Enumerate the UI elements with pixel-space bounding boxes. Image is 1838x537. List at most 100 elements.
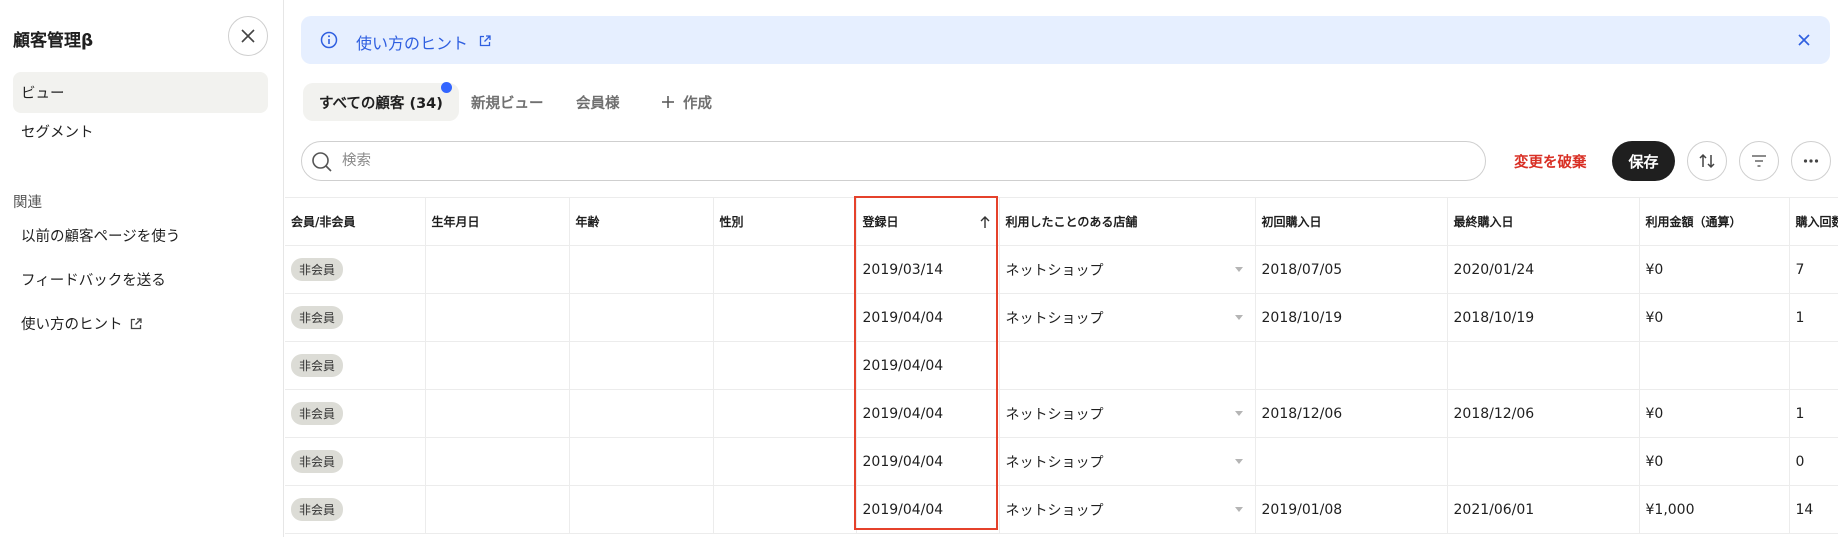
table-cell: 0 bbox=[1789, 437, 1838, 486]
save-button[interactable]: 保存 bbox=[1612, 141, 1675, 181]
status-badge: 非会員 bbox=[291, 450, 344, 473]
store-cell[interactable]: ネットショップ bbox=[999, 245, 1256, 294]
discard-changes-button[interactable]: 変更を破棄 bbox=[1514, 151, 1587, 172]
unsaved-changes-dot bbox=[441, 82, 452, 93]
close-hint-button[interactable] bbox=[1796, 32, 1812, 52]
table-cell: 2018/10/19 bbox=[1255, 293, 1448, 342]
table-cell: 2019/04/04 bbox=[856, 437, 1000, 486]
tab-label: 作成 bbox=[683, 95, 712, 112]
sidebar-item-feedback[interactable]: フィードバックを送る bbox=[13, 259, 268, 300]
search-input[interactable] bbox=[342, 142, 1442, 180]
table-cell bbox=[569, 341, 714, 390]
table-cell bbox=[1447, 341, 1640, 390]
close-sidebar-button[interactable] bbox=[228, 16, 268, 56]
more-icon bbox=[1803, 159, 1819, 163]
column-header[interactable]: 最終購入日 bbox=[1447, 197, 1640, 246]
status-badge: 非会員 bbox=[291, 354, 344, 377]
tab-new-view[interactable]: 新規ビュー bbox=[471, 83, 544, 121]
filter-button[interactable] bbox=[1739, 141, 1779, 181]
store-cell[interactable] bbox=[999, 341, 1256, 390]
table-cell bbox=[713, 485, 857, 534]
status-badge: 非会員 bbox=[291, 258, 344, 281]
status-badge: 非会員 bbox=[291, 402, 344, 425]
column-header-label: 登録日 bbox=[862, 215, 899, 229]
table-cell bbox=[1447, 437, 1640, 486]
table-row[interactable]: 非会員 2019/04/04 ネットショップ ¥0 0 bbox=[285, 437, 1838, 486]
table-cell bbox=[1255, 341, 1448, 390]
column-header[interactable]: 購入回数 bbox=[1789, 197, 1838, 246]
table-header-row: 会員/非会員 生年月日 年齢 性別 登録日 利用したことのある店舗 初回購入日 … bbox=[285, 197, 1838, 246]
column-header[interactable]: 初回購入日 bbox=[1255, 197, 1448, 246]
sidebar-item-label: 使い方のヒント bbox=[21, 317, 123, 333]
table-cell bbox=[425, 437, 570, 486]
store-cell[interactable]: ネットショップ bbox=[999, 293, 1256, 342]
table-cell: 1 bbox=[1789, 389, 1838, 438]
column-header[interactable]: 利用金額（通算） bbox=[1639, 197, 1790, 246]
column-header[interactable]: 年齢 bbox=[569, 197, 714, 246]
table-row[interactable]: 非会員 2019/04/04 ネットショップ 2018/10/19 2018/10/19… bbox=[285, 293, 1838, 342]
table-cell: ¥0 bbox=[1639, 245, 1790, 294]
column-header[interactable]: 会員/非会員 bbox=[285, 197, 426, 246]
sidebar-item-label: 以前の顧客ページを使う bbox=[21, 229, 181, 245]
sidebar-item-view[interactable]: ビュー bbox=[13, 72, 268, 113]
table-row[interactable]: 非会員 2019/04/04 bbox=[285, 341, 1838, 390]
table-cell: ¥0 bbox=[1639, 389, 1790, 438]
table-cell: 2019/04/04 bbox=[856, 485, 1000, 534]
sort-button[interactable] bbox=[1687, 141, 1727, 181]
store-cell[interactable]: ネットショップ bbox=[999, 485, 1256, 534]
tab-label: 会員様 bbox=[576, 95, 620, 112]
table-cell: 2019/04/04 bbox=[856, 389, 1000, 438]
table-row[interactable]: 非会員 2019/03/14 ネットショップ 2018/07/05 2020/01/24… bbox=[285, 245, 1838, 294]
table-cell: 2018/12/06 bbox=[1255, 389, 1448, 438]
table-cell: 7 bbox=[1789, 245, 1838, 294]
table-row[interactable]: 非会員 2019/04/04 ネットショップ 2018/12/06 2018/12/06… bbox=[285, 389, 1838, 438]
member-status-cell: 非会員 bbox=[285, 437, 426, 486]
more-options-button[interactable] bbox=[1791, 141, 1831, 181]
sidebar-item-label: セグメント bbox=[21, 125, 94, 141]
table-row[interactable]: 非会員 2019/04/04 ネットショップ 2019/01/08 2021/06/01… bbox=[285, 485, 1838, 534]
status-badge: 非会員 bbox=[291, 306, 344, 329]
chevron-down-icon[interactable] bbox=[1234, 267, 1243, 272]
sidebar-item-label: ビュー bbox=[21, 86, 65, 102]
table-cell bbox=[569, 485, 714, 534]
tab-members[interactable]: 会員様 bbox=[576, 83, 620, 121]
table-cell: 1 bbox=[1789, 293, 1838, 342]
hint-link[interactable]: 使い方のヒント bbox=[356, 30, 468, 54]
table-cell bbox=[569, 293, 714, 342]
column-header[interactable]: 性別 bbox=[713, 197, 857, 246]
table-cell bbox=[569, 389, 714, 438]
sidebar-title: 顧客管理β bbox=[13, 31, 94, 51]
member-status-cell: 非会員 bbox=[285, 341, 426, 390]
table-cell bbox=[569, 437, 714, 486]
search-bar[interactable] bbox=[301, 141, 1486, 181]
column-header[interactable]: 生年月日 bbox=[425, 197, 570, 246]
table-cell: 2018/12/06 bbox=[1447, 389, 1640, 438]
chevron-down-icon[interactable] bbox=[1234, 459, 1243, 464]
table-cell: 2019/03/14 bbox=[856, 245, 1000, 294]
table-cell bbox=[713, 293, 857, 342]
chevron-down-icon[interactable] bbox=[1234, 411, 1243, 416]
store-cell[interactable]: ネットショップ bbox=[999, 437, 1256, 486]
tab-all-customers[interactable]: すべての顧客 (34) bbox=[303, 83, 459, 121]
sidebar-item-legacy-customer-page[interactable]: 以前の顧客ページを使う bbox=[13, 215, 268, 256]
store-value: ネットショップ bbox=[1005, 502, 1104, 519]
sidebar-item-segment[interactable]: セグメント bbox=[13, 111, 268, 152]
tab-create[interactable]: 作成 bbox=[661, 83, 712, 121]
store-cell[interactable]: ネットショップ bbox=[999, 389, 1256, 438]
column-header[interactable]: 利用したことのある店舗 bbox=[999, 197, 1256, 246]
column-header-registration-date[interactable]: 登録日 bbox=[856, 197, 1000, 246]
close-icon bbox=[1798, 34, 1810, 46]
table-cell bbox=[713, 341, 857, 390]
member-status-cell: 非会員 bbox=[285, 389, 426, 438]
chevron-down-icon[interactable] bbox=[1234, 507, 1243, 512]
external-link-icon[interactable] bbox=[478, 33, 492, 52]
chevron-down-icon[interactable] bbox=[1234, 315, 1243, 320]
search-icon bbox=[311, 151, 333, 177]
table-cell bbox=[1255, 437, 1448, 486]
member-status-cell: 非会員 bbox=[285, 293, 426, 342]
table-cell: 14 bbox=[1789, 485, 1838, 534]
customer-table: 会員/非会員 生年月日 年齢 性別 登録日 利用したことのある店舗 初回購入日 … bbox=[285, 197, 1838, 537]
info-icon bbox=[320, 31, 338, 53]
sidebar-item-tips[interactable]: 使い方のヒント bbox=[13, 303, 268, 344]
tab-label: すべての顧客 (34) bbox=[319, 95, 443, 112]
